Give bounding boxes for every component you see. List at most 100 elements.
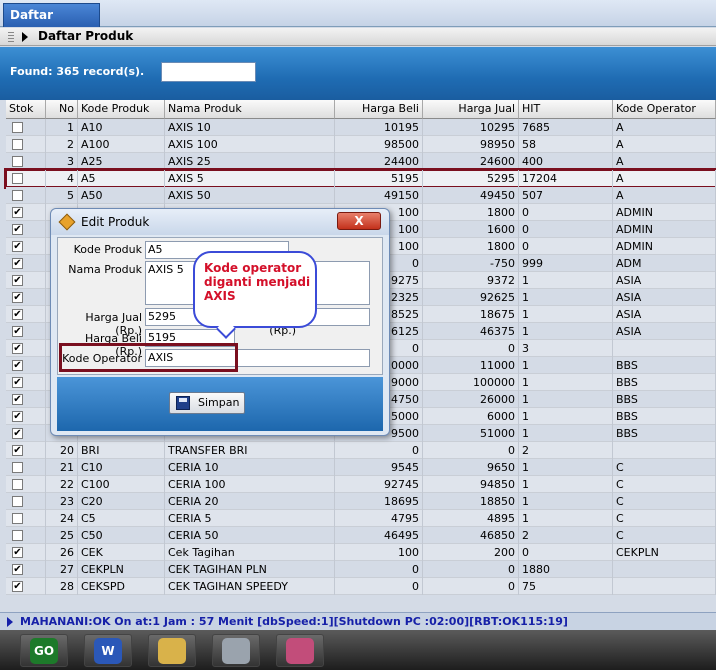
jual-cell: 6000 [423,408,519,425]
op-cell: ADMIN [613,221,716,238]
kode-operator-highlight [59,343,238,372]
stok-checkbox[interactable]: ✔ [12,377,23,388]
nama-cell: AXIS 100 [165,136,335,153]
hit-cell: 1 [519,306,613,323]
stok-cell [6,170,46,187]
expand-arrow-icon[interactable] [22,32,28,42]
table-row[interactable]: ✔ 27 CEKPLN CEK TAGIHAN PLN 0 0 1880 [6,561,716,578]
stok-checkbox[interactable] [12,190,23,201]
table-row[interactable]: 4 A5 AXIS 5 5195 5295 17204 A [4,168,716,189]
table-row[interactable]: 22 C100 CERIA 100 92745 94850 1 C [6,476,716,493]
stok-checkbox[interactable] [12,462,23,473]
stok-cell [6,153,46,170]
jual-cell: 0 [423,442,519,459]
table-row[interactable]: 25 C50 CERIA 50 46495 46850 2 C [6,527,716,544]
stok-checkbox[interactable] [12,122,23,133]
stok-checkbox[interactable]: ✔ [12,564,23,575]
stok-checkbox[interactable]: ✔ [12,258,23,269]
callout-text: Kode operator diganti menjadi AXIS [204,261,311,303]
stok-checkbox[interactable]: ✔ [12,224,23,235]
stok-cell: ✔ [6,408,46,425]
jual-cell: 18850 [423,493,519,510]
grip-icon[interactable] [8,32,14,42]
stok-cell: ✔ [6,561,46,578]
search-input[interactable] [161,62,256,82]
nama-cell: Cek Tagihan [165,544,335,561]
stok-checkbox[interactable] [12,139,23,150]
tab-bar: Daftar Produk [0,0,716,44]
kode-cell: A10 [78,119,165,136]
stok-checkbox[interactable]: ✔ [12,309,23,320]
no-cell: 20 [46,442,78,459]
stok-checkbox[interactable]: ✔ [12,326,23,337]
close-button[interactable]: X [337,212,381,230]
stok-checkbox[interactable]: ✔ [12,360,23,371]
stok-checkbox[interactable] [12,479,23,490]
stok-checkbox[interactable] [12,173,23,184]
stok-checkbox[interactable]: ✔ [12,445,23,456]
no-cell: 1 [46,119,78,136]
stok-checkbox[interactable]: ✔ [12,241,23,252]
calculator-taskbar-button[interactable] [212,634,260,667]
product-box-icon [58,213,76,231]
stok-cell: ✔ [6,391,46,408]
stok-checkbox[interactable] [12,530,23,541]
table-row[interactable]: 21 C10 CERIA 10 9545 9650 1 C [6,459,716,476]
jual-cell: 0 [423,578,519,595]
stok-checkbox[interactable] [12,513,23,524]
jual-cell: -750 [423,255,519,272]
kode-cell: CEK [78,544,165,561]
stok-checkbox[interactable]: ✔ [12,428,23,439]
table-row[interactable]: 24 C5 CERIA 5 4795 4895 1 C [6,510,716,527]
table-row[interactable]: 5 A50 AXIS 50 49150 49450 507 A [6,187,716,204]
hit-cell: 2 [519,527,613,544]
file-manager-taskbar-button[interactable] [148,634,196,667]
hit-cell: 1 [519,493,613,510]
table-row[interactable]: ✔ 26 CEK Cek Tagihan 100 200 0 CEKPLN [6,544,716,561]
stok-cell [6,136,46,153]
no-cell: 4 [46,170,78,187]
tab-daftar-produk[interactable]: Daftar Produk [3,3,100,44]
op-cell: C [613,527,716,544]
stok-checkbox[interactable] [12,496,23,507]
table-row[interactable]: ✔ 28 CEKSPD CEK TAGIHAN SPEEDY 0 0 75 [6,578,716,595]
op-cell: C [613,510,716,527]
hit-cell: 1 [519,289,613,306]
dialog-titlebar[interactable]: Edit Produk X [51,209,389,235]
table-row[interactable]: 3 A25 AXIS 25 24400 24600 400 A [6,153,716,170]
stok-checkbox[interactable]: ✔ [12,581,23,592]
go-app-taskbar-button[interactable]: GO [20,634,68,667]
table-row[interactable]: 1 A10 AXIS 10 10195 10295 7685 A [6,119,716,136]
nama-cell: CERIA 20 [165,493,335,510]
stok-checkbox[interactable]: ✔ [12,343,23,354]
stok-checkbox[interactable] [12,156,23,167]
column-header-op[interactable]: Kode Operator [613,100,716,119]
nama-cell: CERIA 50 [165,527,335,544]
simpan-button[interactable]: Simpan [169,392,245,414]
status-arrow-icon [7,617,13,627]
stok-checkbox[interactable]: ✔ [12,207,23,218]
column-header-kode[interactable]: Kode Produk [78,100,165,119]
column-header-no[interactable]: No [46,100,78,119]
stok-checkbox[interactable]: ✔ [12,275,23,286]
table-row[interactable]: 2 A100 AXIS 100 98500 98950 58 A [6,136,716,153]
simpan-label: Simpan [198,396,240,409]
column-header-jual[interactable]: Harga Jual [423,100,519,119]
hit-cell: 0 [519,238,613,255]
messenger-taskbar-button[interactable] [276,634,324,667]
table-row[interactable]: ✔ 20 BRI TRANSFER BRI 0 0 2 [6,442,716,459]
op-cell [613,578,716,595]
column-header-beli[interactable]: Harga Beli [335,100,423,119]
word-app-taskbar-button[interactable]: W [84,634,132,667]
table-row[interactable]: 23 C20 CERIA 20 18695 18850 1 C [6,493,716,510]
column-header-hit[interactable]: HIT [519,100,613,119]
column-header-stok[interactable]: Stok [6,100,46,119]
column-header-nama[interactable]: Nama Produk [165,100,335,119]
stok-checkbox[interactable]: ✔ [12,547,23,558]
status-bar: MAHANANI:OK On at:1 Jam : 57 Menit [dbSp… [0,612,716,630]
jual-cell: 100000 [423,374,519,391]
stok-checkbox[interactable]: ✔ [12,292,23,303]
nama-cell: AXIS 50 [165,187,335,204]
stok-checkbox[interactable]: ✔ [12,394,23,405]
stok-checkbox[interactable]: ✔ [12,411,23,422]
